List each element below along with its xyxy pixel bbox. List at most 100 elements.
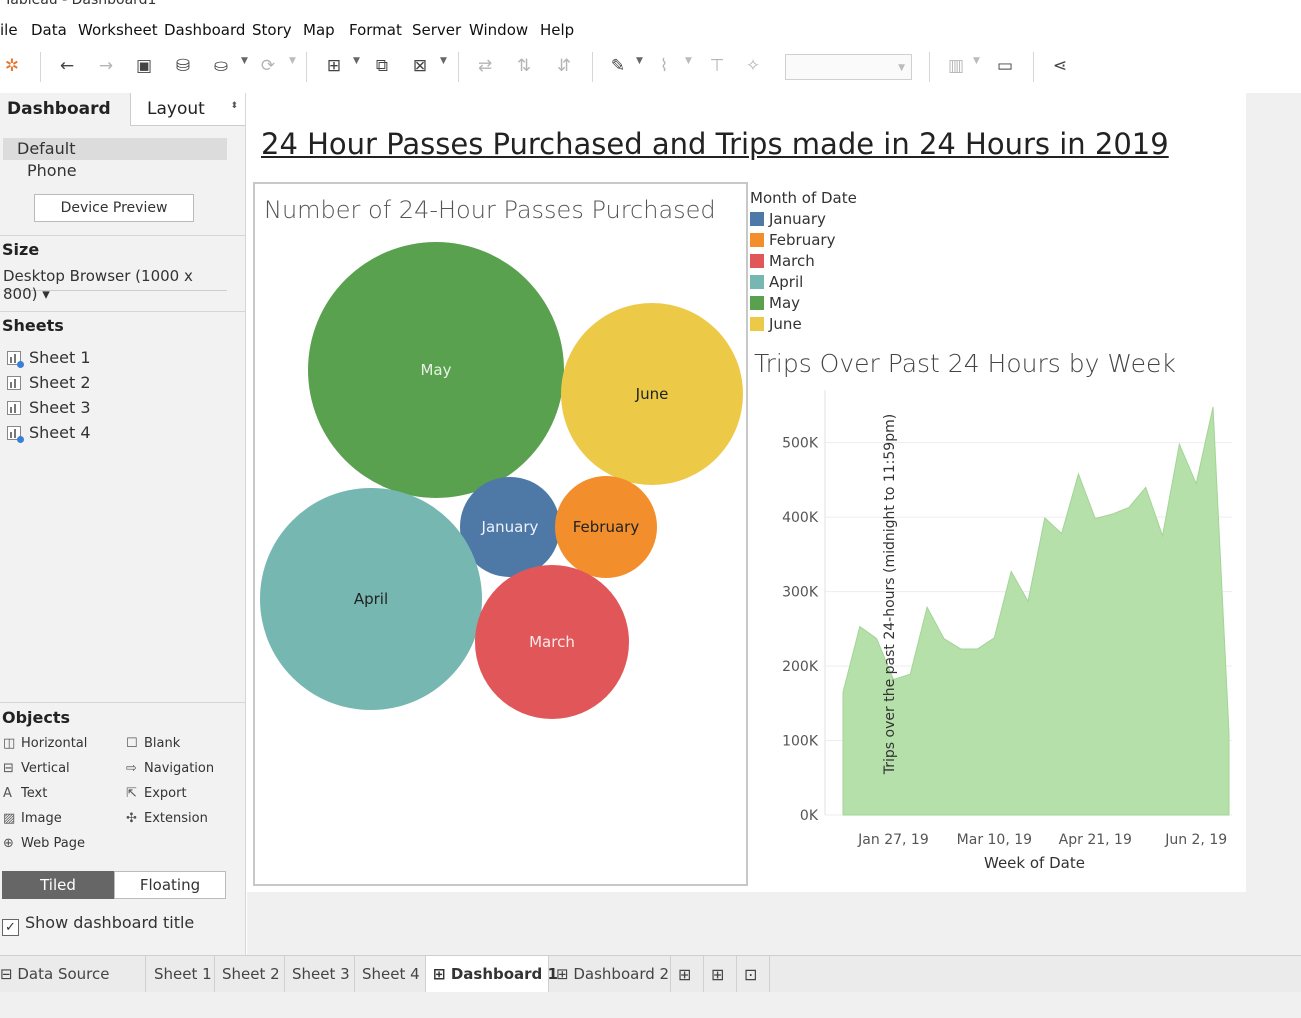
bubble-april[interactable]: April <box>260 488 482 710</box>
tab-sheet-4[interactable]: Sheet 4 <box>355 956 426 993</box>
highlight-icon[interactable]: ✎ <box>606 54 630 78</box>
object-label: Web Page <box>21 836 85 851</box>
new-story-icon[interactable]: ⊡ <box>737 956 770 993</box>
object-extension[interactable]: ✣ Extension <box>126 811 208 826</box>
device-phone[interactable]: Phone <box>27 161 77 180</box>
menu-format[interactable]: Format <box>349 21 402 39</box>
chevron-down-icon[interactable]: ▼ <box>289 56 296 66</box>
object-label: Horizontal <box>21 736 88 751</box>
toolbar-separator <box>592 52 593 82</box>
chevron-down-icon[interactable]: ▼ <box>685 56 692 66</box>
legend-item[interactable]: May <box>750 294 950 315</box>
y-tick-label: 300K <box>782 585 819 601</box>
legend-label: January <box>769 210 826 228</box>
legend-item[interactable]: April <box>750 273 950 294</box>
device-preview-button[interactable]: Device Preview <box>34 194 194 222</box>
new-dashboard-icon[interactable]: ⊞ <box>704 956 737 993</box>
tab-dashboard-1[interactable]: ⊞ Dashboard 1 <box>426 956 558 993</box>
legend-item[interactable]: March <box>750 252 950 273</box>
fix-axes-icon[interactable]: ✧ <box>741 54 765 78</box>
tableau-logo-icon[interactable]: ✲ <box>0 54 24 78</box>
save-icon[interactable]: ▣ <box>132 54 156 78</box>
sort-ascending-icon[interactable]: ⇅ <box>512 54 536 78</box>
area-series[interactable] <box>842 406 1230 816</box>
presentation-icon[interactable]: ▭ <box>993 54 1017 78</box>
bubble-march[interactable]: March <box>475 565 629 719</box>
tab-layout[interactable]: Layout ⬍ <box>130 93 245 126</box>
tab-sheet-1[interactable]: Sheet 1 <box>147 956 215 993</box>
legend-item[interactable]: June <box>750 315 950 336</box>
color-legend[interactable]: Month of Date January February March Apr… <box>750 189 950 336</box>
floating-button[interactable]: Floating <box>114 871 226 899</box>
legend-item[interactable]: February <box>750 231 950 252</box>
chevron-down-icon[interactable]: ▼ <box>353 56 360 66</box>
area-chart[interactable]: 0K 100K 200K 300K 400K 500K Jan 27, 19 Mar 10, … <box>750 388 1240 858</box>
tab-data-source[interactable]: ⊟ Data Source <box>0 956 146 993</box>
duplicate-sheet-icon[interactable]: ⧉ <box>370 54 394 78</box>
undo-icon[interactable]: ← <box>55 54 79 78</box>
sheet-item-4[interactable]: Sheet 4 <box>7 423 91 445</box>
sort-descending-icon[interactable]: ⇵ <box>552 54 576 78</box>
menu-server[interactable]: Server <box>412 21 461 39</box>
object-image[interactable]: ▨ Image <box>3 811 62 826</box>
refresh-icon[interactable]: ⟳ <box>256 54 280 78</box>
new-data-source-icon[interactable]: ⛁ <box>171 54 195 78</box>
object-navigation[interactable]: ⇨ Navigation <box>126 761 214 776</box>
sheet-item-3[interactable]: Sheet 3 <box>7 398 91 420</box>
new-worksheet-icon[interactable]: ⊞ <box>671 956 704 993</box>
menu-data[interactable]: Data <box>31 21 67 39</box>
object-export[interactable]: ⇱ Export <box>126 786 187 801</box>
swap-icon[interactable]: ⇄ <box>473 54 497 78</box>
object-label: Text <box>21 786 48 801</box>
device-default[interactable]: Default <box>3 138 227 160</box>
y-axis-label: Trips over the past 24-hours (midnight t… <box>882 413 898 775</box>
menu-story[interactable]: Story <box>252 21 292 39</box>
share-icon[interactable]: ⋖ <box>1048 54 1072 78</box>
tab-dashboard[interactable]: Dashboard <box>0 93 130 126</box>
bubble-chart-frame[interactable]: Number of 24-Hour Passes Purchased May Ju… <box>253 182 748 886</box>
sheet-item-1[interactable]: Sheet 1 <box>7 348 91 370</box>
menu-window[interactable]: Window <box>469 21 528 39</box>
group-icon[interactable]: ⌇ <box>652 54 676 78</box>
bubble-february[interactable]: February <box>554 475 658 579</box>
menu-worksheet[interactable]: Worksheet <box>78 21 158 39</box>
menu-dashboard[interactable]: Dashboard <box>164 21 245 39</box>
tiled-button[interactable]: Tiled <box>2 871 114 899</box>
redo-icon[interactable]: → <box>94 54 118 78</box>
area-chart-title: Trips Over Past 24 Hours by Week <box>754 349 1176 378</box>
bubble-june[interactable]: June <box>560 302 744 486</box>
dashboard-title[interactable]: 24 Hour Passes Purchased and Trips made … <box>261 127 1169 161</box>
pause-updates-icon[interactable]: ⛀ <box>209 54 233 78</box>
menu-map[interactable]: Map <box>303 21 335 39</box>
clear-sheet-icon[interactable]: ⊠ <box>408 54 432 78</box>
legend-item[interactable]: January <box>750 210 950 231</box>
tab-sheet-3[interactable]: Sheet 3 <box>285 956 355 993</box>
object-horizontal[interactable]: ◫ Horizontal <box>3 736 87 751</box>
menu-file[interactable]: ile <box>0 21 18 39</box>
tab-sheet-2[interactable]: Sheet 2 <box>215 956 285 993</box>
y-tick-label: 400K <box>782 510 819 526</box>
show-title-checkbox[interactable]: ✓ Show dashboard title <box>2 913 194 936</box>
new-worksheet-icon[interactable]: ⊞ <box>322 54 346 78</box>
chevron-down-icon[interactable]: ▼ <box>440 56 447 66</box>
divider <box>0 702 245 703</box>
object-blank[interactable]: ☐ Blank <box>126 736 180 751</box>
object-label: Extension <box>144 811 208 826</box>
blank-icon: ☐ <box>126 736 138 751</box>
object-text[interactable]: A Text <box>3 786 47 801</box>
menu-help[interactable]: Help <box>540 21 574 39</box>
chevron-down-icon[interactable]: ▼ <box>973 56 980 66</box>
labels-icon[interactable]: ⊤ <box>705 54 729 78</box>
size-dropdown[interactable]: Desktop Browser (1000 x 800) ▾ <box>3 267 227 303</box>
tab-dashboard-2[interactable]: ⊞ Dashboard 2 <box>549 956 671 993</box>
checkmark-icon: ✓ <box>2 919 19 936</box>
fit-select[interactable]: ▼ <box>785 54 912 80</box>
object-web-page[interactable]: ⊕ Web Page <box>3 836 85 851</box>
bubble-may[interactable]: May <box>308 242 564 498</box>
chevron-down-icon[interactable]: ▼ <box>636 56 643 66</box>
object-vertical[interactable]: ⊟ Vertical <box>3 761 70 776</box>
chevron-down-icon[interactable]: ▼ <box>241 56 248 66</box>
sheet-item-2[interactable]: Sheet 2 <box>7 373 91 395</box>
show-me-icon[interactable]: ▥ <box>944 54 968 78</box>
sheet-tabs-bar: ⊟ Data Source Sheet 1 Sheet 2 Sheet 3 Sh… <box>0 955 1301 993</box>
